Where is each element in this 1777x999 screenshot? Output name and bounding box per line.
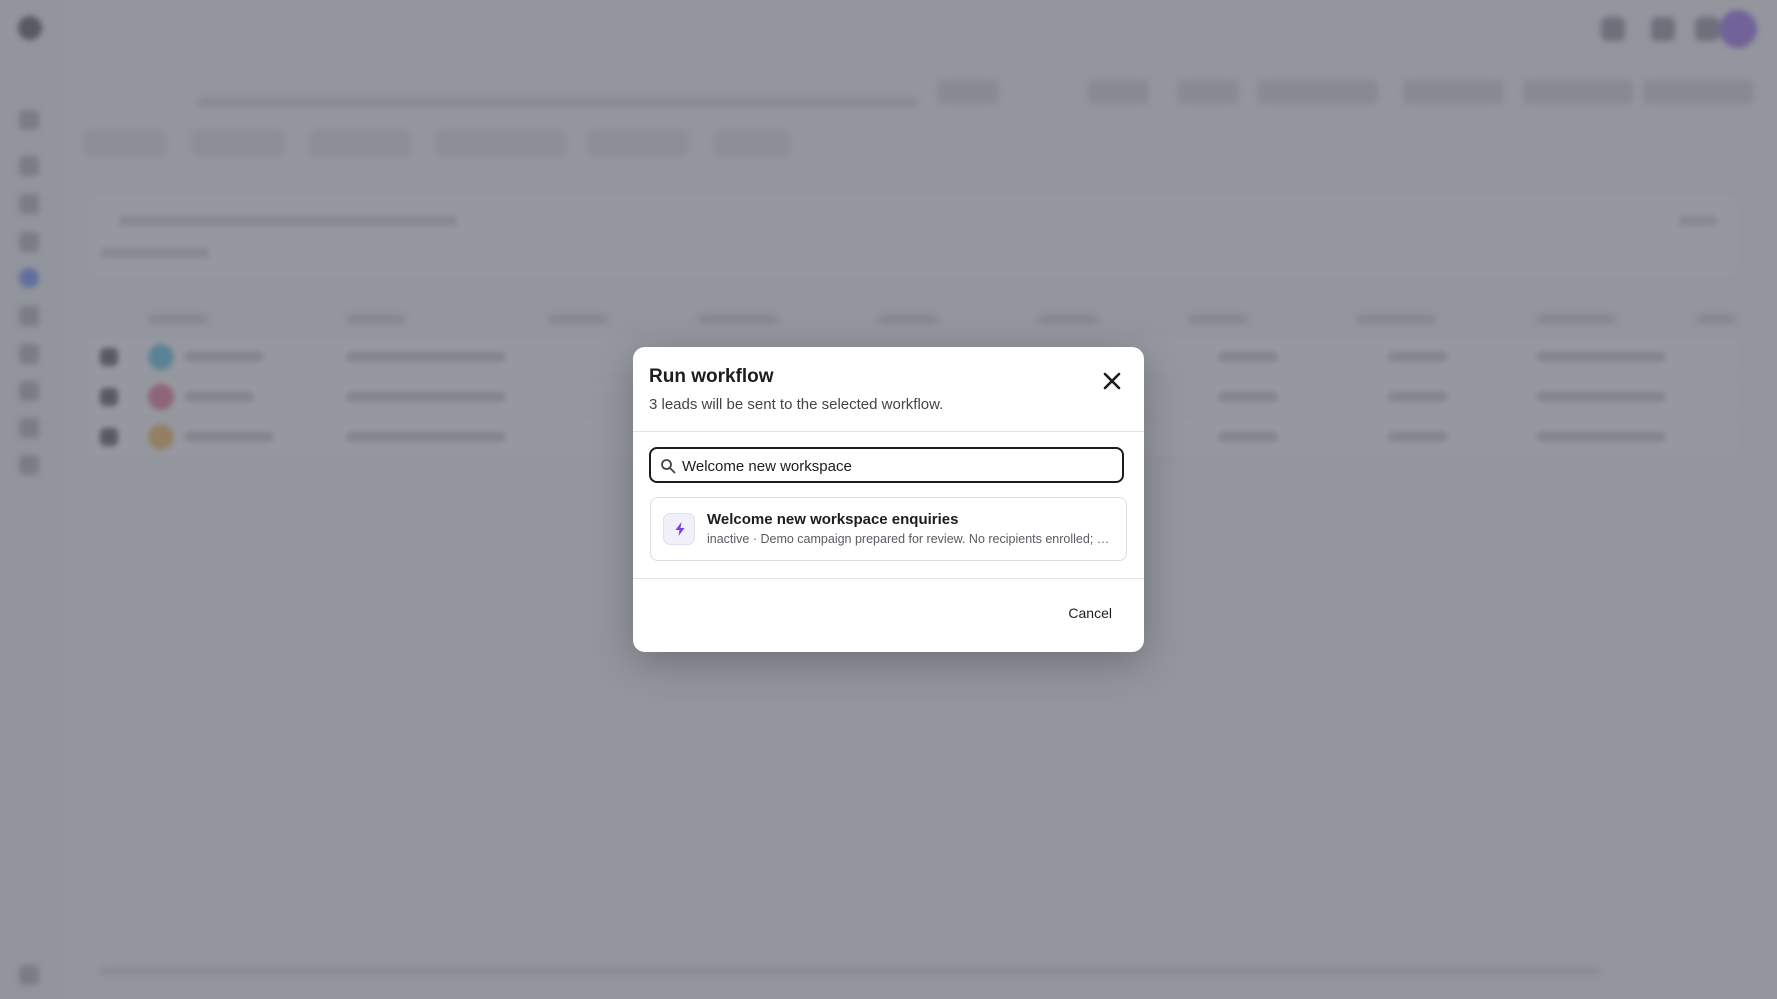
search-icon xyxy=(661,459,676,474)
search-field[interactable] xyxy=(649,447,1124,483)
dialog-title: Run workflow xyxy=(649,366,774,387)
run-workflow-dialog: Run workflow 3 leads will be sent to the… xyxy=(633,347,1144,652)
divider xyxy=(633,431,1144,432)
workflow-search-input[interactable] xyxy=(682,455,1112,477)
close-button[interactable] xyxy=(1100,369,1124,393)
workflow-icon-box xyxy=(663,513,695,545)
cancel-button[interactable]: Cancel xyxy=(1056,600,1124,626)
bolt-icon xyxy=(675,522,685,536)
workflow-title: Welcome new workspace enquiries xyxy=(707,511,959,528)
divider xyxy=(633,578,1144,579)
workflow-result-item[interactable]: Welcome new workspace enquiries inactive… xyxy=(650,497,1127,561)
close-icon xyxy=(1103,372,1121,390)
dialog-description: 3 leads will be sent to the selected wor… xyxy=(649,396,944,413)
workflow-description: inactive · Demo campaign prepared for re… xyxy=(707,532,1110,546)
